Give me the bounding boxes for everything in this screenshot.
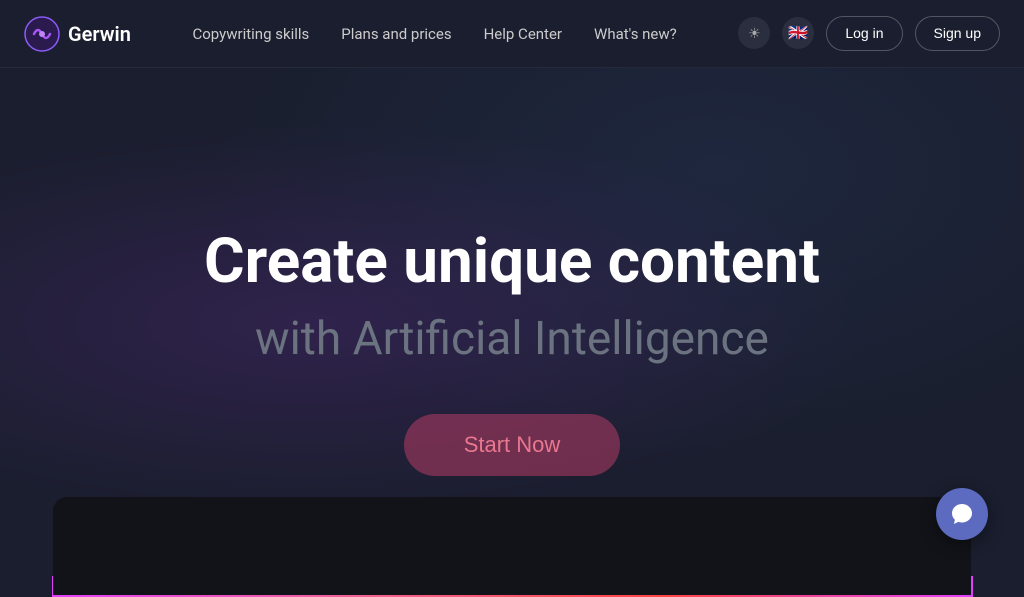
gerwin-logo-icon	[24, 16, 60, 52]
flag-icon: 🇬🇧	[788, 23, 808, 43]
login-button[interactable]: Log in	[826, 16, 902, 51]
bottom-card-preview	[52, 496, 972, 596]
navbar-brand: Gerwin	[24, 16, 131, 52]
signup-button[interactable]: Sign up	[915, 16, 1000, 51]
theme-icon: ☀	[748, 25, 761, 42]
start-now-button[interactable]: Start Now	[404, 414, 621, 476]
navbar-right: ☀ 🇬🇧 Log in Sign up	[738, 16, 1000, 51]
nav-copywriting-skills[interactable]: Copywriting skills	[192, 25, 309, 43]
hero-section: Create unique content with Artificial In…	[0, 68, 1024, 576]
language-selector[interactable]: 🇬🇧	[782, 17, 814, 49]
hero-title: Create unique content	[204, 228, 820, 296]
bottom-card-inner	[53, 497, 971, 595]
hero-subtitle: with Artificial Intelligence	[255, 312, 769, 366]
navbar-center: Copywriting skills Plans and prices Help…	[192, 25, 676, 43]
nav-help-center[interactable]: Help Center	[484, 25, 562, 43]
navbar: Gerwin Copywriting skills Plans and pric…	[0, 0, 1024, 68]
chat-button[interactable]	[936, 488, 988, 540]
chat-icon	[950, 502, 974, 526]
nav-whats-new[interactable]: What's new?	[594, 25, 677, 43]
theme-toggle-button[interactable]: ☀	[738, 17, 770, 49]
nav-plans-prices[interactable]: Plans and prices	[341, 25, 451, 43]
brand-name: Gerwin	[68, 22, 131, 46]
